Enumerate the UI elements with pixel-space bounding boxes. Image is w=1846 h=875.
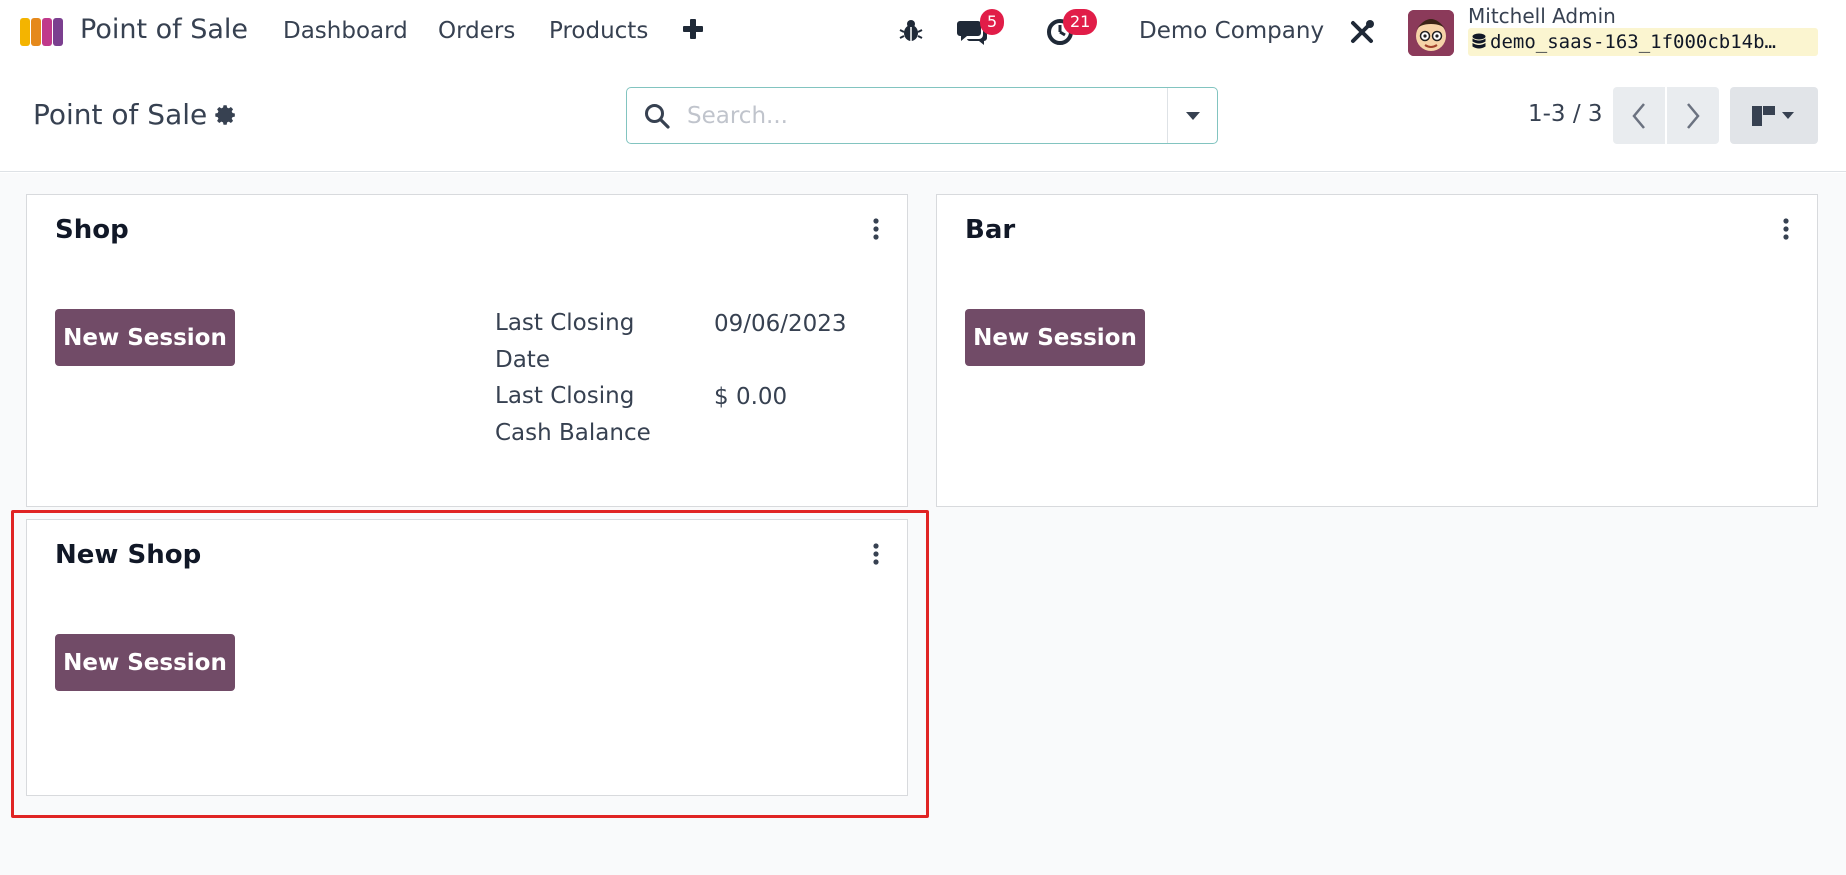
- gear-icon[interactable]: [214, 104, 238, 128]
- info-label-last-closing-cash: Last Closing Cash Balance: [495, 383, 651, 446]
- database-icon: [1472, 33, 1486, 49]
- kanban-view-icon: [1752, 105, 1794, 126]
- info-label-last-closing-date: Last Closing Date: [495, 310, 635, 373]
- pos-card-new-shop[interactable]: New Shop New Session: [26, 519, 908, 796]
- kebab-menu-icon[interactable]: [871, 542, 881, 566]
- kebab-menu-icon[interactable]: [1781, 217, 1791, 241]
- activities-badge: 21: [1063, 9, 1098, 35]
- new-session-button[interactable]: New Session: [965, 309, 1145, 366]
- control-panel: Point of Sale 1-3 / 3: [0, 64, 1846, 172]
- database-chip[interactable]: demo_saas-163_1f000cb14b…: [1468, 28, 1818, 56]
- page-title: Point of Sale: [33, 98, 208, 131]
- bug-icon[interactable]: [898, 18, 924, 44]
- card-title[interactable]: Bar: [965, 215, 1015, 245]
- search-input[interactable]: [687, 98, 1187, 134]
- pos-card-shop[interactable]: Shop New Session Last Closing Date 09/06…: [26, 194, 908, 507]
- app-name[interactable]: Point of Sale: [80, 14, 248, 45]
- top-navbar: Point of Sale Dashboard Orders Products …: [0, 0, 1846, 64]
- chevron-left-icon: [1632, 102, 1645, 129]
- menu-orders[interactable]: Orders: [438, 18, 515, 44]
- pager-previous-button[interactable]: [1613, 87, 1665, 144]
- company-switcher[interactable]: Demo Company: [1139, 18, 1324, 44]
- card-title[interactable]: Shop: [55, 215, 129, 245]
- search-icon: [645, 104, 670, 129]
- pos-card-bar[interactable]: Bar New Session: [936, 194, 1818, 507]
- caret-down-icon: [1185, 111, 1200, 120]
- messages-badge: 5: [980, 9, 1005, 35]
- pager-next-button[interactable]: [1667, 87, 1719, 144]
- search-options-toggle[interactable]: [1167, 88, 1217, 143]
- plus-icon[interactable]: [682, 18, 704, 40]
- kebab-menu-icon[interactable]: [871, 217, 881, 241]
- search-box[interactable]: [626, 87, 1218, 144]
- avatar-image: [1408, 10, 1454, 56]
- pager-value[interactable]: 1-3 / 3: [1528, 101, 1603, 127]
- kanban-view: Shop New Session Last Closing Date 09/06…: [0, 173, 1846, 875]
- card-title[interactable]: New Shop: [55, 540, 201, 570]
- app-logo-icon[interactable]: [20, 16, 66, 48]
- info-value-last-closing-date: 09/06/2023: [714, 311, 847, 337]
- menu-dashboard[interactable]: Dashboard: [283, 18, 408, 44]
- view-switcher-button[interactable]: [1730, 87, 1818, 144]
- user-name[interactable]: Mitchell Admin: [1468, 4, 1616, 28]
- menu-products[interactable]: Products: [549, 18, 648, 44]
- new-session-button[interactable]: New Session: [55, 634, 235, 691]
- new-session-button[interactable]: New Session: [55, 309, 235, 366]
- avatar[interactable]: [1408, 10, 1454, 56]
- info-value-last-closing-cash: $ 0.00: [714, 384, 788, 410]
- chevron-right-icon: [1687, 102, 1700, 129]
- database-name: demo_saas-163_1f000cb14b…: [1490, 31, 1776, 53]
- tools-icon[interactable]: [1349, 19, 1375, 45]
